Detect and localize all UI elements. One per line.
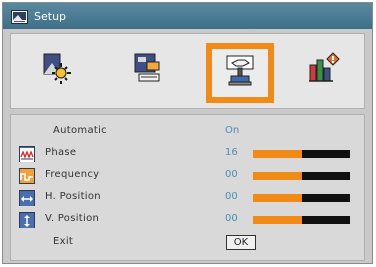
frequency-row[interactable]: Frequency 00 (11, 167, 364, 187)
automatic-row[interactable]: Automatic On (11, 123, 364, 143)
phase-slider-fill (253, 150, 302, 158)
options-bars-icon (307, 51, 341, 89)
automatic-value: On (225, 125, 240, 136)
setup-menu-icon (11, 9, 28, 24)
phase-label: Phase (45, 147, 77, 158)
picture-brightness-icon (39, 51, 73, 89)
vertical-arrows-icon (19, 212, 35, 228)
menu-tab-bar (10, 33, 365, 109)
phase-value: 16 (225, 147, 238, 158)
tab-setup[interactable] (206, 43, 274, 103)
h-position-slider-fill (253, 194, 302, 202)
window-title: Setup (34, 9, 67, 23)
v-position-label: V. Position (45, 213, 100, 224)
tab-options[interactable] (299, 46, 349, 94)
phase-slider[interactable] (253, 150, 350, 158)
setup-settings-panel: Automatic On Phase 16 Frequency 00 H. Po… (10, 114, 365, 261)
frequency-value: 00 (225, 169, 238, 180)
phase-row[interactable]: Phase 16 (11, 145, 364, 165)
tab-display[interactable] (123, 46, 173, 94)
horizontal-arrows-icon (19, 190, 35, 206)
v-position-value: 00 (225, 213, 238, 224)
phase-waveform-icon (19, 146, 35, 162)
setup-osd-window: Setup Automatic On Phase 16 Frequency 00… (2, 2, 373, 264)
title-bar: Setup (3, 3, 372, 29)
h-position-label: H. Position (45, 191, 101, 202)
v-position-row[interactable]: V. Position 00 (11, 211, 364, 231)
h-position-row[interactable]: H. Position 00 (11, 189, 364, 209)
exit-label: Exit (53, 236, 74, 247)
display-screen-icon (131, 51, 165, 89)
frequency-slider-fill (253, 172, 302, 180)
h-position-slider[interactable] (253, 194, 350, 202)
frequency-slider[interactable] (253, 172, 350, 180)
frequency-label: Frequency (45, 169, 100, 180)
h-position-value: 00 (225, 191, 238, 202)
hand-setup-icon (223, 54, 257, 92)
frequency-signal-icon (19, 168, 35, 184)
v-position-slider-fill (253, 216, 302, 224)
automatic-label: Automatic (53, 125, 107, 136)
v-position-slider[interactable] (253, 216, 350, 224)
tab-picture[interactable] (31, 46, 81, 94)
ok-button[interactable]: OK (226, 235, 256, 250)
exit-row[interactable]: Exit OK (11, 234, 364, 254)
